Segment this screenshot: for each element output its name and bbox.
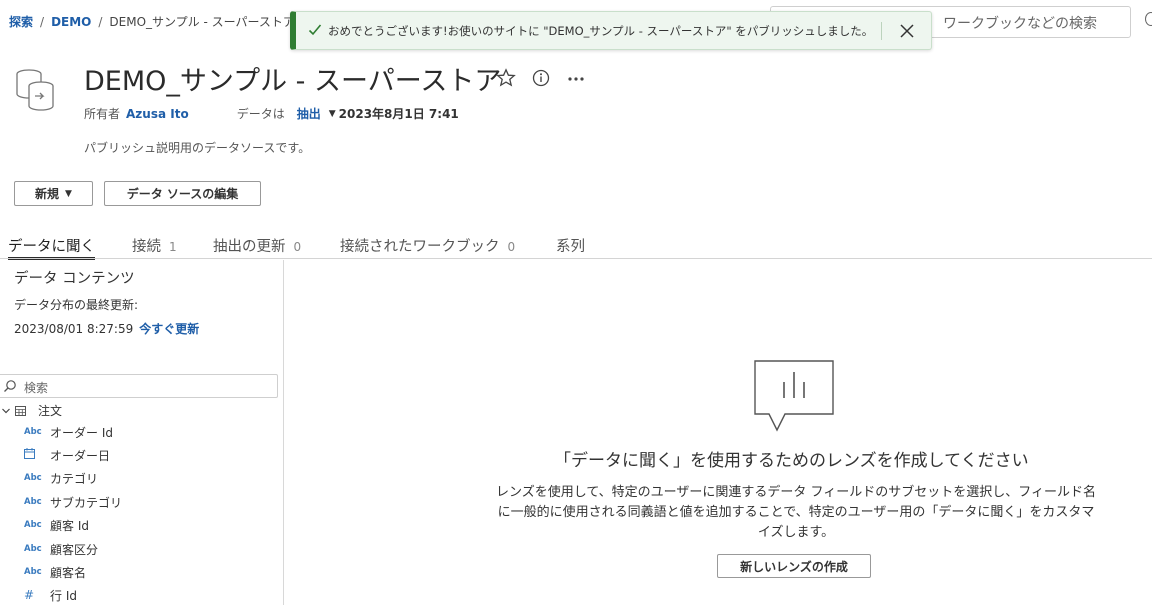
field-row[interactable]: Abc サブカテゴリ	[0, 493, 122, 511]
string-type-icon: Abc	[24, 520, 42, 530]
field-row[interactable]: Abc 顧客 Id	[0, 516, 89, 534]
caret-down-icon[interactable]: ▼	[329, 109, 336, 119]
extract-link[interactable]: 抽出	[297, 105, 321, 122]
number-type-icon: #	[24, 588, 35, 602]
checkmark-icon	[308, 24, 322, 36]
field-row[interactable]: オーダー日	[0, 446, 110, 464]
tab-divider	[0, 258, 1152, 259]
datasource-icon	[16, 69, 54, 111]
string-type-icon: Abc	[24, 497, 42, 507]
empty-state-title: 「データに聞く」を使用するためのレンズを作成してください	[554, 451, 1029, 471]
breadcrumb: 探索 / DEMO / DEMO_サンプル - スーパーストア	[9, 13, 295, 30]
tab-bar: データに聞く 接続 1 抽出の更新 0 接続されたワークブック 0 系列	[0, 235, 1152, 260]
breadcrumb-separator: /	[98, 14, 103, 29]
calendar-icon	[24, 448, 50, 462]
new-button-label: 新規	[35, 187, 60, 201]
edit-datasource-label: データ ソースの編集	[126, 187, 239, 201]
ask-data-lens-icon	[754, 360, 834, 432]
data-contents-panel: データ コンテンツ データ分布の最終更新: 2023/08/01 8:27:59…	[0, 260, 284, 605]
field-row[interactable]: Abc オーダー Id	[0, 423, 113, 441]
edit-datasource-button[interactable]: データ ソースの編集	[104, 181, 261, 206]
field-search-input[interactable]: 検索	[0, 374, 278, 398]
breadcrumb-explore[interactable]: 探索	[9, 13, 33, 30]
last-update: 2023/08/01 8:27:59 今すぐ更新	[14, 320, 199, 337]
field-name: 顧客区分	[50, 542, 99, 557]
breadcrumb-project[interactable]: DEMO	[51, 15, 91, 29]
create-lens-button[interactable]: 新しいレンズの作成	[717, 554, 871, 578]
empty-state-description: レンズを使用して、特定のユーザーに関連するデータ フィールドのサブセットを選択し…	[495, 485, 1097, 540]
panel-title: データ コンテンツ	[14, 271, 135, 287]
field-row[interactable]: Abc 顧客区分	[0, 540, 98, 558]
close-icon[interactable]	[898, 22, 916, 40]
field-name: オーダー Id	[50, 425, 113, 440]
refresh-now-link[interactable]: 今すぐ更新	[139, 322, 199, 336]
string-type-icon: Abc	[24, 567, 42, 577]
help-icon[interactable]	[1145, 12, 1152, 26]
table-icon	[15, 405, 26, 416]
search-icon	[4, 380, 16, 392]
chevron-down-icon[interactable]	[1, 406, 11, 416]
tab-extract-refreshes[interactable]: 抽出の更新 0	[213, 235, 301, 260]
field-search-placeholder: 検索	[24, 381, 49, 395]
tab-connections[interactable]: 接続 1	[132, 235, 177, 260]
owner-label: 所有者	[84, 107, 121, 121]
page-title: DEMO_サンプル - スーパーストア	[84, 66, 502, 97]
owner-link[interactable]: Azusa Ito	[126, 107, 189, 121]
breadcrumb-separator: /	[40, 14, 45, 29]
success-toast: おめでとうございます!お使いのサイトに "DEMO_サンプル - スーパーストア…	[290, 11, 932, 50]
field-name: オーダー日	[50, 448, 111, 463]
create-lens-label: 新しいレンズの作成	[740, 559, 848, 574]
field-name: 顧客 Id	[50, 518, 89, 533]
title-actions	[496, 68, 586, 88]
search-placeholder: ワークブックなどの検索	[943, 16, 1097, 32]
star-icon[interactable]	[496, 68, 516, 88]
info-icon[interactable]	[531, 68, 551, 88]
tab-connected-workbooks[interactable]: 接続されたワークブック 0	[340, 235, 515, 260]
field-row[interactable]: Abc 顧客名	[0, 563, 86, 581]
toast-divider	[881, 22, 882, 40]
datasource-description: パブリッシュ説明用のデータソースです。	[84, 141, 311, 155]
table-node[interactable]: 注文	[0, 402, 62, 419]
datasource-meta: 所有者 Azusa Ito データは 抽出 ▼ 2023年8月1日 7:41	[84, 105, 459, 122]
field-name: カテゴリ	[50, 471, 99, 486]
tab-label: 接続されたワークブック	[340, 239, 500, 255]
string-type-icon: Abc	[24, 544, 42, 554]
field-row[interactable]: Abc カテゴリ	[0, 469, 98, 487]
tab-count: 0	[293, 240, 302, 254]
tab-count: 0	[507, 240, 516, 254]
tab-count: 1	[169, 240, 177, 254]
field-name: サブカテゴリ	[50, 495, 123, 510]
field-name: 行 Id	[50, 588, 77, 603]
table-name: 注文	[38, 404, 63, 418]
last-update-value: 2023/08/01 8:27:59	[14, 322, 134, 336]
string-type-icon: Abc	[24, 473, 42, 483]
tab-ask-data[interactable]: データに聞く	[8, 235, 95, 260]
tab-label: 抽出の更新	[213, 239, 286, 255]
field-row[interactable]: # 行 Id	[0, 586, 77, 604]
tab-label: 系列	[556, 239, 585, 255]
last-update-label: データ分布の最終更新:	[14, 298, 139, 312]
field-name: 顧客名	[50, 565, 87, 580]
toast-message: おめでとうございます!お使いのサイトに "DEMO_サンプル - スーパーストア…	[328, 24, 874, 38]
new-button[interactable]: 新規 ▼	[14, 181, 93, 206]
tab-lineage[interactable]: 系列	[556, 235, 585, 260]
string-type-icon: Abc	[24, 427, 42, 437]
breadcrumb-current: DEMO_サンプル - スーパーストア	[109, 15, 295, 29]
more-icon[interactable]	[566, 68, 586, 88]
extract-date: 2023年8月1日 7:41	[338, 107, 459, 121]
data-type-label: データは	[236, 107, 285, 121]
tab-label: 接続	[132, 239, 161, 255]
tab-label: データに聞く	[8, 239, 95, 255]
caret-down-icon: ▼	[65, 188, 72, 199]
